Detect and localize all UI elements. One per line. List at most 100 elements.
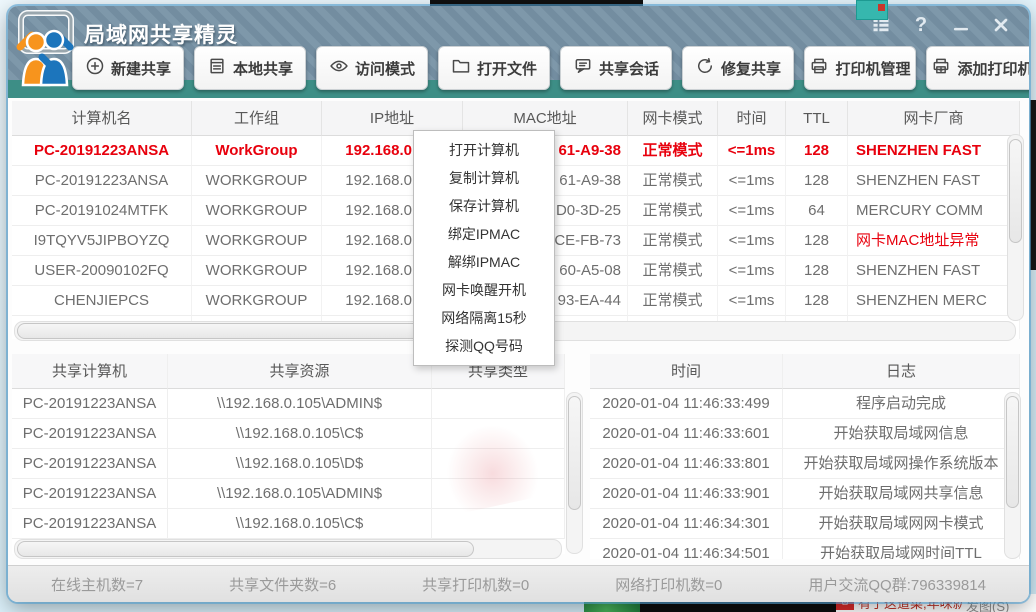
close-icon[interactable] bbox=[989, 14, 1013, 36]
cell-vendor: MERCURY COMM bbox=[848, 196, 1020, 226]
local-share-icon bbox=[207, 56, 227, 80]
add-printer-button-label: 添加打印机 bbox=[957, 58, 1029, 79]
log-row[interactable]: 2020-01-04 11:46:33:901开始获取局域网共享信息 bbox=[590, 479, 1020, 509]
background-window-fragment-right bbox=[1030, 100, 1036, 270]
cell-time: 2020-01-04 11:46:34:501 bbox=[590, 539, 783, 559]
cell-mode: 正常模式 bbox=[628, 196, 718, 226]
repair-share-button[interactable]: 修复共享 bbox=[682, 46, 794, 90]
share-row[interactable]: PC-20191223ANSA\\192.168.0.105\C$ bbox=[12, 509, 565, 539]
cell-message: 程序启动完成 bbox=[783, 389, 1020, 419]
column-header[interactable]: 网卡模式 bbox=[628, 101, 718, 136]
cell-computer: PC-20191223ANSA bbox=[12, 509, 168, 539]
log-row[interactable]: 2020-01-04 11:46:33:801开始获取局域网操作系统版本 bbox=[590, 449, 1020, 479]
cell-message: 开始获取局域网共享信息 bbox=[783, 479, 1020, 509]
column-header[interactable]: TTL bbox=[786, 101, 848, 136]
cell-resource: \\192.168.0.105\D$ bbox=[168, 449, 432, 479]
background-widget-dot bbox=[878, 4, 885, 11]
printer-icon bbox=[809, 56, 829, 80]
shares-table-hscrollbar[interactable] bbox=[14, 539, 562, 559]
printer-plus-icon bbox=[931, 56, 951, 80]
open-file-button-label: 打开文件 bbox=[477, 58, 537, 79]
share-session-button-label: 共享会话 bbox=[599, 58, 659, 79]
desktop-background: \!/ 有了这道菜,年味就浓了 发图(S) bbox=[0, 0, 1036, 612]
add-printer-button[interactable]: 添加打印机 bbox=[926, 46, 1029, 90]
cell-time: 2020-01-04 11:46:33:601 bbox=[590, 419, 783, 449]
menu-item-copy-computer[interactable]: 复制计算机 bbox=[414, 164, 554, 192]
cell-workgroup: WORKGROUP bbox=[192, 256, 322, 286]
cell-workgroup: WORKGROUP bbox=[192, 226, 322, 256]
shares-table-vscrollbar[interactable] bbox=[566, 392, 583, 554]
help-icon[interactable]: ? bbox=[909, 14, 933, 36]
menu-item-bind-ipmac[interactable]: 绑定IPMAC bbox=[414, 220, 554, 248]
column-header[interactable]: 时间 bbox=[718, 101, 786, 136]
menu-item-unbind-ipmac[interactable]: 解绑IPMAC bbox=[414, 248, 554, 276]
cell-computer: I9TQYV5JIPBOYZQ bbox=[12, 226, 192, 256]
printer-manage-button-label: 打印机管理 bbox=[835, 58, 910, 79]
column-header[interactable]: 时间 bbox=[590, 354, 783, 389]
cell-time: <=1ms bbox=[718, 286, 786, 316]
repair-share-button-label: 修复共享 bbox=[721, 58, 781, 79]
cell-time: <=1ms bbox=[718, 226, 786, 256]
cell-computer: USER-20090102FQ bbox=[12, 256, 192, 286]
hosts-table-vscrollbar-thumb[interactable] bbox=[1009, 139, 1022, 243]
minimize-icon[interactable] bbox=[949, 14, 973, 36]
access-mode-button[interactable]: 访问模式 bbox=[316, 46, 428, 90]
shared-printers-count: 共享打印机数=0 bbox=[422, 574, 529, 595]
cell-mode: 正常模式 bbox=[628, 226, 718, 256]
printer-manage-button[interactable]: 打印机管理 bbox=[804, 46, 916, 90]
local-share-button[interactable]: 本地共享 bbox=[194, 46, 306, 90]
menu-item-save-computer[interactable]: 保存计算机 bbox=[414, 192, 554, 220]
eye-icon bbox=[329, 56, 349, 80]
share-session-button[interactable]: 共享会话 bbox=[560, 46, 672, 90]
cell-computer: PC-20191223ANSA bbox=[12, 136, 192, 166]
refresh-icon bbox=[695, 56, 715, 80]
log-row[interactable]: 2020-01-04 11:46:34:501开始获取局域网时间TTL bbox=[590, 539, 1020, 559]
log-table-vscrollbar[interactable] bbox=[1004, 392, 1021, 559]
shares-table-vscrollbar-thumb[interactable] bbox=[568, 396, 581, 510]
menu-item-network-isolate-15s[interactable]: 网络隔离15秒 bbox=[414, 304, 554, 332]
menu-item-detect-qq-number[interactable]: 探测QQ号码 bbox=[414, 332, 554, 360]
shares-table-hscrollbar-thumb[interactable] bbox=[17, 541, 474, 557]
cell-computer: PC-20191024MTFK bbox=[12, 196, 192, 226]
new-share-button-label: 新建共享 bbox=[111, 58, 171, 79]
cell-ttl: 128 bbox=[786, 256, 848, 286]
log-row[interactable]: 2020-01-04 11:46:33:499程序启动完成 bbox=[590, 389, 1020, 419]
chat-icon bbox=[573, 56, 593, 80]
column-header[interactable]: 共享资源 bbox=[168, 354, 432, 389]
menu-item-open-computer[interactable]: 打开计算机 bbox=[414, 136, 554, 164]
column-header[interactable]: 计算机名 bbox=[12, 101, 192, 136]
cell-ttl: 128 bbox=[786, 166, 848, 196]
log-row[interactable]: 2020-01-04 11:46:33:601开始获取局域网信息 bbox=[590, 419, 1020, 449]
cell-time: <=1ms bbox=[718, 256, 786, 286]
cell-resource: \\192.168.0.105\C$ bbox=[168, 419, 432, 449]
cell-resource: \\192.168.0.105\ADMIN$ bbox=[168, 389, 432, 419]
log-table: 时间日志2020-01-04 11:46:33:499程序启动完成2020-01… bbox=[590, 354, 1020, 559]
cell-workgroup: WorkGroup bbox=[192, 136, 322, 166]
log-row[interactable]: 2020-01-04 11:46:34:301开始获取局域网网卡模式 bbox=[590, 509, 1020, 539]
cell-type bbox=[432, 389, 565, 419]
column-header[interactable]: 共享计算机 bbox=[12, 354, 168, 389]
toolbar: 新建共享 本地共享 访问模式 打开文件 共享会话 修复共享 打印机管理 添加打印机 bbox=[72, 46, 1029, 90]
column-header[interactable]: 网卡厂商 bbox=[848, 101, 1020, 136]
cell-vendor: SHENZHEN FAST bbox=[848, 166, 1020, 196]
cell-time: <=1ms bbox=[718, 136, 786, 166]
share-row[interactable]: PC-20191223ANSA\\192.168.0.105\ADMIN$ bbox=[12, 389, 565, 419]
context-menu: 打开计算机复制计算机保存计算机绑定IPMAC解绑IPMAC网卡唤醒开机网络隔离1… bbox=[413, 130, 555, 366]
online-hosts-count: 在线主机数=7 bbox=[51, 574, 143, 595]
app-logo-icon bbox=[12, 9, 78, 93]
open-file-button[interactable]: 打开文件 bbox=[438, 46, 550, 90]
cell-message: 开始获取局域网时间TTL bbox=[783, 539, 1020, 559]
local-share-button-label: 本地共享 bbox=[233, 58, 293, 79]
column-header[interactable]: 工作组 bbox=[192, 101, 322, 136]
app-window: 局域网共享精灵 ? 新建共享本地共享访问模式打开文件共享会话修复共享打印机管理添… bbox=[8, 6, 1029, 602]
cell-computer: CHENJIEPCS bbox=[12, 286, 192, 316]
new-share-button[interactable]: 新建共享 bbox=[72, 46, 184, 90]
cell-time: <=1ms bbox=[718, 196, 786, 226]
cell-ttl: 128 bbox=[786, 136, 848, 166]
log-table-header-row: 时间日志 bbox=[590, 354, 1020, 389]
hosts-table-vscrollbar[interactable] bbox=[1007, 134, 1024, 321]
cell-workgroup: WORKGROUP bbox=[192, 166, 322, 196]
menu-item-wake-on-lan[interactable]: 网卡唤醒开机 bbox=[414, 276, 554, 304]
log-table-vscrollbar-thumb[interactable] bbox=[1006, 396, 1019, 508]
column-header[interactable]: 日志 bbox=[783, 354, 1020, 389]
